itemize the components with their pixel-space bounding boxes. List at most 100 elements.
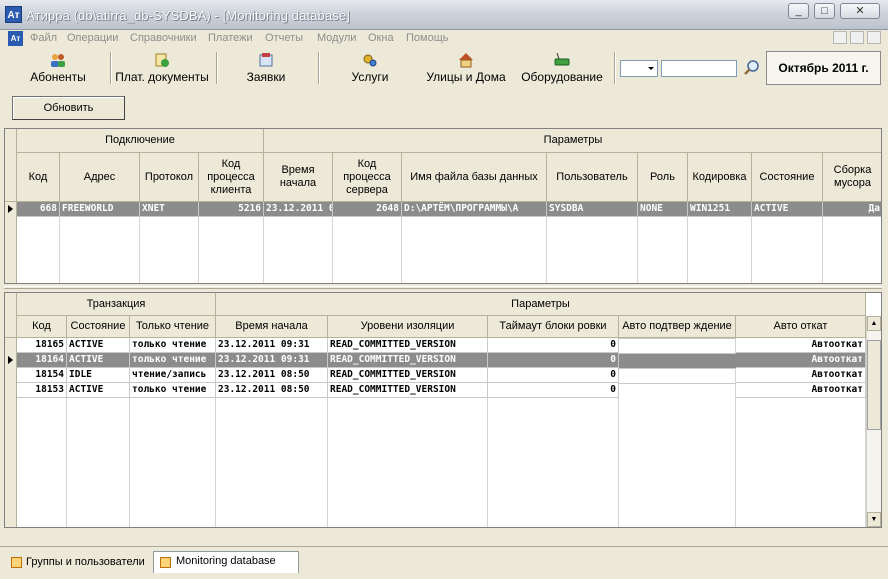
column-header-protocol[interactable]: Протокол	[140, 153, 199, 202]
search-field-select[interactable]	[620, 60, 658, 77]
maximize-button[interactable]: □	[814, 3, 835, 19]
refresh-button[interactable]: Обновить	[12, 96, 125, 120]
search-icon[interactable]	[743, 59, 761, 77]
cell-code: 18165	[17, 338, 67, 353]
toolbar-payment-docs-button[interactable]: Плат. документы	[114, 50, 210, 86]
transactions-grid: Транзакция Параметры Код Состояние Тольк…	[4, 292, 882, 528]
column-header-state[interactable]: Состояние	[752, 153, 823, 202]
cell-db-file: D:\АРТЁМ\ПРОГРАММЫ\A	[402, 202, 547, 217]
column-header-server-pid[interactable]: Код процесса сервера	[333, 153, 402, 202]
toolbar-streets-button[interactable]: Улицы и Дома	[424, 50, 508, 86]
column-header-autocommit[interactable]: Авто подтвер ждение	[619, 316, 736, 338]
title-bar: Aт Атирра (db\atirra_db-SYSDBA) - [Monit…	[0, 0, 888, 30]
toolbar-subscribers-label: Абоненты	[30, 70, 86, 84]
row-indicator-column	[5, 338, 17, 527]
toolbar-services-button[interactable]: Услуги	[338, 50, 402, 86]
column-header-client-pid[interactable]: Код процесса клиента	[199, 153, 264, 202]
menu-modules[interactable]: Модули	[317, 32, 356, 44]
cell-autocommit	[619, 338, 736, 339]
column-header-user[interactable]: Пользователь	[547, 153, 638, 202]
cell-lock-timeout: 0	[488, 368, 619, 383]
column-header-charset[interactable]: Кодировка	[688, 153, 752, 202]
table-row[interactable]: 668 FREEWORLD XNET 5216 23.12.2011 08 26…	[17, 202, 881, 217]
menu-windows[interactable]: Окна	[368, 32, 394, 44]
cell-autoundo: Автооткат	[736, 383, 866, 398]
cell-autocommit	[619, 383, 736, 384]
column-header-autoundo[interactable]: Авто откат	[736, 316, 866, 338]
column-header-code[interactable]: Код	[17, 316, 67, 338]
column-header-address[interactable]: Адрес	[60, 153, 140, 202]
toolbar-payment-docs-label: Плат. документы	[115, 70, 209, 84]
toolbar-separator	[318, 52, 320, 84]
current-row-arrow-icon	[8, 356, 13, 364]
mdi-minimize-button[interactable]	[833, 31, 847, 44]
menu-help[interactable]: Помощь	[406, 32, 449, 44]
column-header-code[interactable]: Код	[17, 153, 60, 202]
search-input[interactable]	[661, 60, 737, 77]
app-icon[interactable]: Aт	[5, 6, 22, 23]
column-header-lock-timeout[interactable]: Таймаут блоки ровки	[488, 316, 619, 338]
tab-groups-users[interactable]: Группы и пользователи	[6, 553, 152, 573]
column-header-isolation[interactable]: Уровени изоляции	[328, 316, 488, 338]
table-row[interactable]: 18164 ACTIVE только чтение 23.12.2011 09…	[17, 353, 866, 368]
cell-role: NONE	[638, 202, 688, 217]
cell-state: ACTIVE	[67, 353, 130, 368]
cell-autocommit	[619, 368, 736, 369]
column-header-role[interactable]: Роль	[638, 153, 688, 202]
column-header-db-file[interactable]: Имя файла базы данных	[402, 153, 547, 202]
menu-file[interactable]: Файл	[30, 32, 57, 44]
column-header-garbage[interactable]: Сборка мусора	[823, 153, 881, 202]
period-button[interactable]: Октябрь 2011 г.	[766, 51, 881, 85]
table-row[interactable]: 18154 IDLE чтение/запись 23.12.2011 08:5…	[17, 368, 866, 383]
cell-state: ACTIVE	[752, 202, 823, 217]
column-header-start-time[interactable]: Время начала	[216, 316, 328, 338]
menu-references[interactable]: Справочники	[130, 32, 197, 44]
cell-readonly: только чтение	[130, 353, 216, 368]
row-indicator-column	[5, 202, 17, 283]
menu-payments[interactable]: Платежи	[208, 32, 253, 44]
minimize-button[interactable]: _	[788, 3, 809, 19]
toolbar-equipment-button[interactable]: Оборудование	[518, 50, 606, 86]
services-icon	[363, 54, 377, 67]
toolbar-requests-label: Заявки	[246, 70, 286, 84]
cell-readonly: только чтение	[130, 383, 216, 398]
table-row[interactable]: 18165 ACTIVE только чтение 23.12.2011 09…	[17, 338, 866, 353]
cell-start-time: 23.12.2011 09:31	[216, 338, 328, 353]
cell-code: 18154	[17, 368, 67, 383]
tab-monitoring-database[interactable]: Monitoring database	[153, 551, 299, 573]
cell-code: 18153	[17, 383, 67, 398]
scroll-up-button[interactable]: ▲	[867, 316, 881, 331]
mdi-close-button[interactable]	[867, 31, 881, 44]
toolbar-subscribers-button[interactable]: Абоненты	[20, 50, 96, 86]
cell-isolation: READ_COMMITTED_VERSION	[328, 383, 488, 398]
column-header-start-time[interactable]: Время начала	[264, 153, 333, 202]
menu-operations[interactable]: Операции	[67, 32, 118, 44]
table-row[interactable]: 18153 ACTIVE только чтение 23.12.2011 08…	[17, 383, 866, 398]
cell-start-time: 23.12.2011 08	[264, 202, 333, 217]
cell-readonly: чтение/запись	[130, 368, 216, 383]
cell-state: ACTIVE	[67, 383, 130, 398]
cell-start-time: 23.12.2011 08:50	[216, 368, 328, 383]
close-button[interactable]: ✕	[840, 3, 880, 19]
column-header-state[interactable]: Состояние	[67, 316, 130, 338]
payment-docs-icon	[155, 53, 169, 67]
scroll-thumb[interactable]	[867, 340, 881, 430]
house-icon	[459, 53, 473, 68]
cell-lock-timeout: 0	[488, 338, 619, 353]
divider	[0, 546, 888, 547]
splitter[interactable]	[4, 286, 882, 289]
toolbar-separator	[614, 52, 616, 84]
cell-user: SYSDBA	[547, 202, 638, 217]
toolbar-requests-button[interactable]: Заявки	[232, 50, 300, 86]
scroll-down-button[interactable]: ▼	[867, 512, 881, 527]
column-header-readonly[interactable]: Только чтение	[130, 316, 216, 338]
cell-state: IDLE	[67, 368, 130, 383]
cell-start-time: 23.12.2011 09:31	[216, 353, 328, 368]
menu-reports[interactable]: Отчеты	[265, 32, 303, 44]
mdi-restore-button[interactable]	[850, 31, 864, 44]
grid-corner	[5, 129, 17, 202]
mdi-child-icon[interactable]: Aт	[8, 31, 23, 46]
group-header-params: Параметры	[216, 293, 866, 316]
vertical-scrollbar[interactable]: ▲ ▼	[866, 316, 881, 527]
cell-readonly: только чтение	[130, 338, 216, 353]
